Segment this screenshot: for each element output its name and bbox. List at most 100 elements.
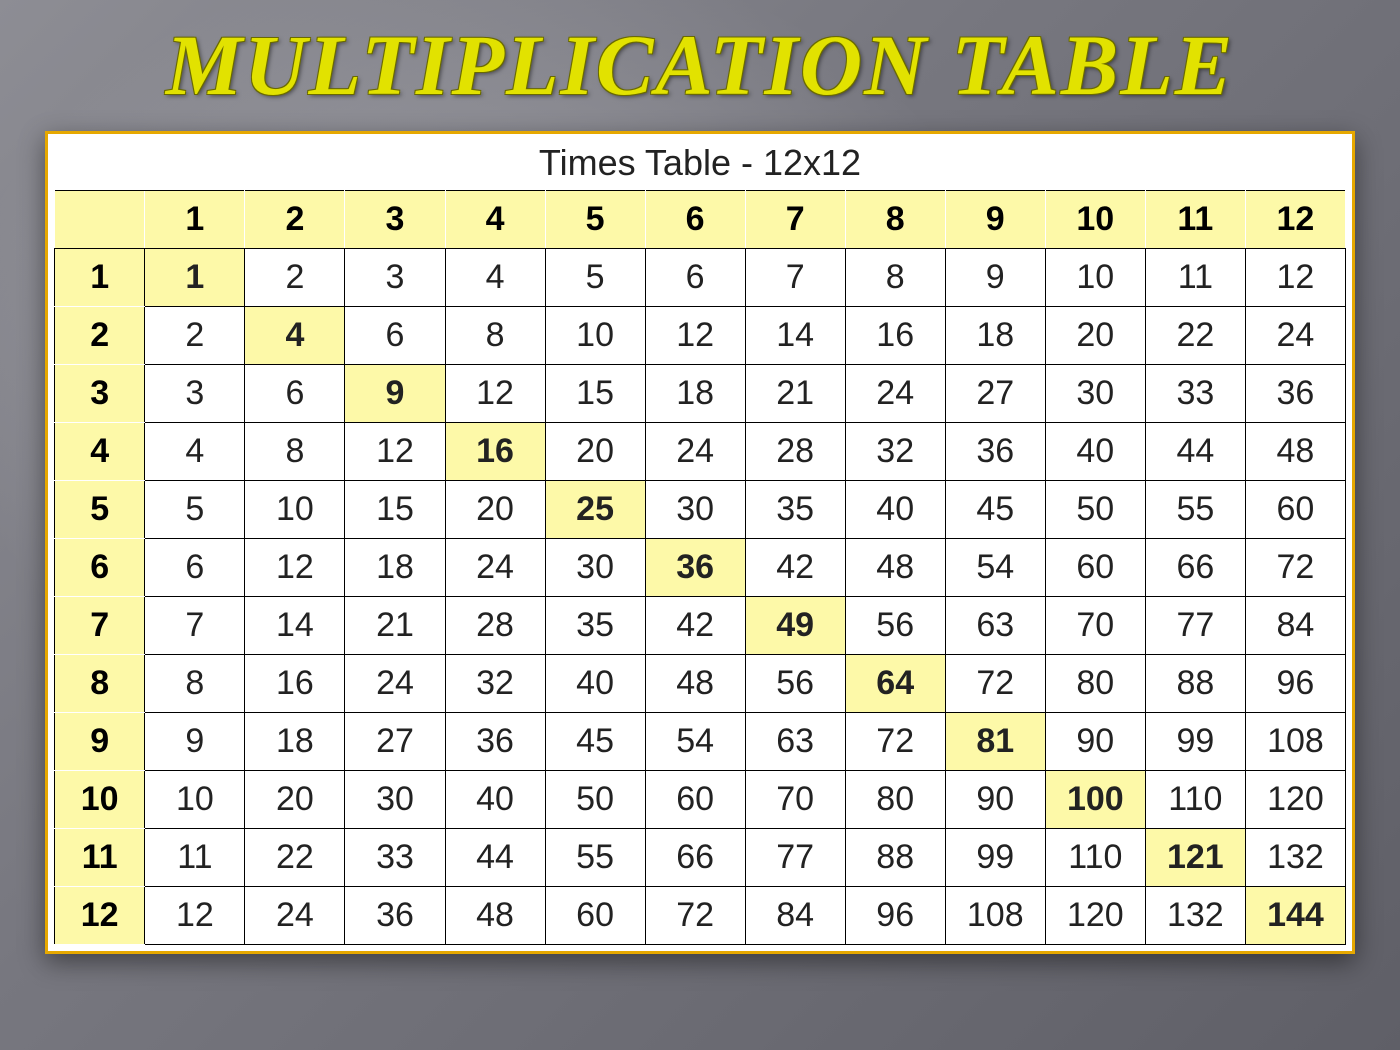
col-header: 1 <box>145 190 245 248</box>
value-cell: 22 <box>245 828 345 886</box>
col-header: 9 <box>945 190 1045 248</box>
row-header: 5 <box>55 480 145 538</box>
diagonal-cell: 9 <box>345 364 445 422</box>
value-cell: 4 <box>445 248 545 306</box>
value-cell: 56 <box>745 654 845 712</box>
value-cell: 12 <box>645 306 745 364</box>
value-cell: 8 <box>245 422 345 480</box>
diagonal-cell: 64 <box>845 654 945 712</box>
value-cell: 12 <box>445 364 545 422</box>
diagonal-cell: 16 <box>445 422 545 480</box>
value-cell: 10 <box>145 770 245 828</box>
value-cell: 55 <box>545 828 645 886</box>
value-cell: 20 <box>1045 306 1145 364</box>
value-cell: 12 <box>245 538 345 596</box>
value-cell: 48 <box>445 886 545 944</box>
value-cell: 27 <box>345 712 445 770</box>
value-cell: 40 <box>1045 422 1145 480</box>
value-cell: 45 <box>945 480 1045 538</box>
value-cell: 2 <box>145 306 245 364</box>
value-cell: 70 <box>745 770 845 828</box>
value-cell: 12 <box>1245 248 1345 306</box>
value-cell: 30 <box>1045 364 1145 422</box>
table-row: 10102030405060708090100110120 <box>55 770 1346 828</box>
diagonal-cell: 49 <box>745 596 845 654</box>
value-cell: 35 <box>745 480 845 538</box>
value-cell: 5 <box>145 480 245 538</box>
row-header: 6 <box>55 538 145 596</box>
value-cell: 14 <box>245 596 345 654</box>
value-cell: 9 <box>145 712 245 770</box>
value-cell: 21 <box>745 364 845 422</box>
value-cell: 10 <box>245 480 345 538</box>
row-header: 11 <box>55 828 145 886</box>
col-header: 2 <box>245 190 345 248</box>
value-cell: 63 <box>745 712 845 770</box>
value-cell: 28 <box>745 422 845 480</box>
value-cell: 8 <box>845 248 945 306</box>
table-row: 11112233445566778899110121132 <box>55 828 1346 886</box>
value-cell: 27 <box>945 364 1045 422</box>
value-cell: 120 <box>1245 770 1345 828</box>
col-header: 11 <box>1145 190 1245 248</box>
slide: MULTIPLICATION TABLE Times Table - 12x12… <box>0 0 1400 1050</box>
multiplication-table: 1 2 3 4 5 6 7 8 9 10 11 12 1123456789101… <box>54 190 1346 945</box>
value-cell: 77 <box>1145 596 1245 654</box>
page-title: MULTIPLICATION TABLE <box>40 18 1360 113</box>
value-cell: 32 <box>445 654 545 712</box>
value-cell: 14 <box>745 306 845 364</box>
diagonal-cell: 81 <box>945 712 1045 770</box>
value-cell: 55 <box>1145 480 1245 538</box>
value-cell: 5 <box>545 248 645 306</box>
value-cell: 44 <box>445 828 545 886</box>
value-cell: 90 <box>945 770 1045 828</box>
value-cell: 8 <box>445 306 545 364</box>
value-cell: 36 <box>945 422 1045 480</box>
value-cell: 10 <box>1045 248 1145 306</box>
value-cell: 50 <box>545 770 645 828</box>
value-cell: 20 <box>245 770 345 828</box>
value-cell: 6 <box>345 306 445 364</box>
value-cell: 16 <box>245 654 345 712</box>
value-cell: 84 <box>745 886 845 944</box>
corner-cell <box>55 190 145 248</box>
value-cell: 70 <box>1045 596 1145 654</box>
value-cell: 3 <box>145 364 245 422</box>
diagonal-cell: 100 <box>1045 770 1145 828</box>
table-row: 771421283542495663707784 <box>55 596 1346 654</box>
table-row: 44812162024283236404448 <box>55 422 1346 480</box>
col-header: 5 <box>545 190 645 248</box>
value-cell: 60 <box>1045 538 1145 596</box>
diagonal-cell: 144 <box>1245 886 1345 944</box>
value-cell: 18 <box>245 712 345 770</box>
value-cell: 66 <box>645 828 745 886</box>
row-header: 1 <box>55 248 145 306</box>
value-cell: 96 <box>845 886 945 944</box>
value-cell: 24 <box>645 422 745 480</box>
value-cell: 30 <box>345 770 445 828</box>
table-subtitle: Times Table - 12x12 <box>54 140 1346 190</box>
value-cell: 12 <box>345 422 445 480</box>
value-cell: 120 <box>1045 886 1145 944</box>
value-cell: 7 <box>745 248 845 306</box>
value-cell: 66 <box>1145 538 1245 596</box>
value-cell: 36 <box>1245 364 1345 422</box>
value-cell: 48 <box>645 654 745 712</box>
value-cell: 110 <box>1145 770 1245 828</box>
value-cell: 48 <box>1245 422 1345 480</box>
diagonal-cell: 121 <box>1145 828 1245 886</box>
value-cell: 11 <box>145 828 245 886</box>
value-cell: 7 <box>145 596 245 654</box>
value-cell: 84 <box>1245 596 1345 654</box>
value-cell: 10 <box>545 306 645 364</box>
value-cell: 20 <box>445 480 545 538</box>
col-header: 12 <box>1245 190 1345 248</box>
value-cell: 4 <box>145 422 245 480</box>
value-cell: 48 <box>845 538 945 596</box>
diagonal-cell: 1 <box>145 248 245 306</box>
table-row: 224681012141618202224 <box>55 306 1346 364</box>
value-cell: 44 <box>1145 422 1245 480</box>
value-cell: 50 <box>1045 480 1145 538</box>
table-row: 551015202530354045505560 <box>55 480 1346 538</box>
row-header: 7 <box>55 596 145 654</box>
